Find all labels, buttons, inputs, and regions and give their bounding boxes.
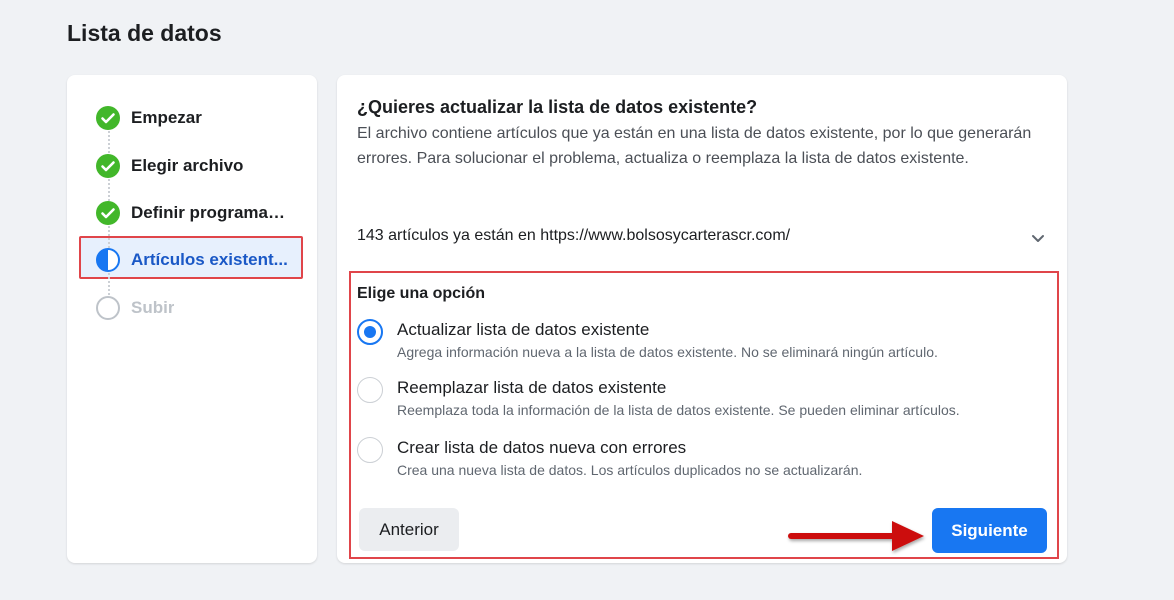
step-connector <box>108 131 110 153</box>
radio-create-new[interactable] <box>357 437 383 463</box>
steps-sidebar: Empezar Elegir archivo Definir programac… <box>67 75 317 563</box>
option-update-existing[interactable]: Actualizar lista de datos existente Agre… <box>357 319 1037 363</box>
step-label: Subir <box>131 298 175 317</box>
step-elegir-archivo[interactable]: Elegir archivo <box>96 153 296 179</box>
option-description: Reemplaza toda la información de la list… <box>397 402 960 418</box>
question-description: El archivo contiene artículos que ya est… <box>357 125 1032 167</box>
step-label: Elegir archivo <box>131 156 244 175</box>
question-title: ¿Quieres actualizar la lista de datos ex… <box>357 97 758 117</box>
empty-circle-icon <box>96 296 120 320</box>
items-summary: 143 artículos ya están en https://www.bo… <box>357 227 791 244</box>
step-connector <box>108 179 110 201</box>
previous-button[interactable]: Anterior <box>359 508 459 551</box>
option-create-new[interactable]: Crear lista de datos nueva con errores C… <box>357 437 1037 481</box>
existing-items-expander[interactable]: 143 artículos ya están en https://www.bo… <box>357 227 1047 251</box>
step-connector <box>108 226 110 248</box>
check-circle-icon <box>96 201 120 225</box>
main-card: ¿Quieres actualizar la lista de datos ex… <box>337 75 1067 563</box>
next-button[interactable]: Siguiente <box>932 508 1047 553</box>
option-description: Crea una nueva lista de datos. Los artíc… <box>397 462 863 478</box>
step-connector <box>108 273 110 295</box>
step-label: Artículos existent... <box>131 250 288 269</box>
step-label: Definir programac... <box>131 203 291 222</box>
option-title: Actualizar lista de datos existente <box>397 320 650 339</box>
check-circle-icon <box>96 106 120 130</box>
page-title: Lista de datos <box>67 20 222 46</box>
step-articulos-existentes[interactable]: Artículos existent... <box>96 247 296 273</box>
option-description: Agrega información nueva a la lista de d… <box>397 344 938 360</box>
option-replace-existing[interactable]: Reemplazar lista de datos existente Reem… <box>357 377 1037 421</box>
step-definir-programacion[interactable]: Definir programac... <box>96 200 296 226</box>
choose-option-label: Elige una opción <box>357 285 486 302</box>
step-subir: Subir <box>96 295 296 321</box>
radio-update-existing[interactable] <box>357 319 383 345</box>
annotation-arrow-icon <box>788 521 924 551</box>
option-title: Reemplazar lista de datos existente <box>397 378 667 397</box>
half-circle-icon <box>96 248 120 272</box>
option-title: Crear lista de datos nueva con errores <box>397 438 687 457</box>
chevron-down-icon[interactable] <box>1029 229 1047 247</box>
radio-replace-existing[interactable] <box>357 377 383 403</box>
step-empezar[interactable]: Empezar <box>96 105 296 131</box>
check-circle-icon <box>96 154 120 178</box>
step-label: Empezar <box>131 108 202 127</box>
